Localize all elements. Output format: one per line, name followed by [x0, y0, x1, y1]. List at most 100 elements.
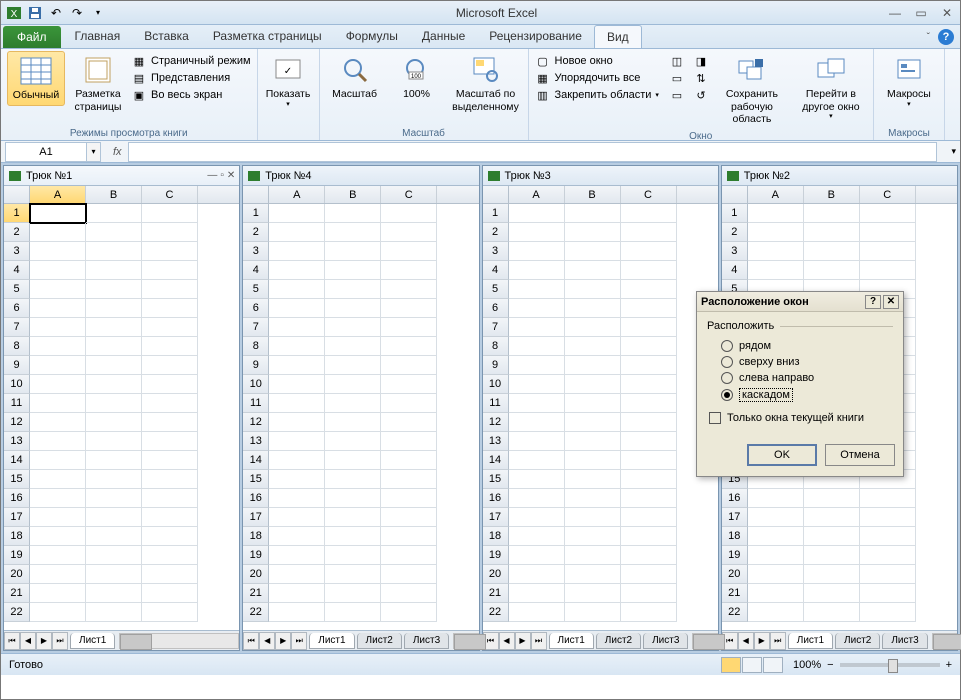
- row-header[interactable]: 17: [4, 508, 30, 527]
- view-side-button[interactable]: ◨: [693, 53, 709, 69]
- cell[interactable]: [381, 489, 437, 508]
- cell[interactable]: [86, 280, 142, 299]
- row-header[interactable]: 12: [483, 413, 509, 432]
- horizontal-scrollbar[interactable]: [932, 633, 957, 649]
- cell[interactable]: [509, 413, 565, 432]
- cell[interactable]: [86, 584, 142, 603]
- cell[interactable]: [565, 337, 621, 356]
- cell[interactable]: [804, 584, 860, 603]
- cell[interactable]: [325, 337, 381, 356]
- cell[interactable]: [804, 204, 860, 223]
- radio-option[interactable]: рядом: [707, 338, 893, 354]
- cell[interactable]: [269, 242, 325, 261]
- row-header[interactable]: 9: [243, 356, 269, 375]
- cell[interactable]: [509, 432, 565, 451]
- workbook-titlebar[interactable]: Трюк №1—▫✕: [4, 166, 239, 186]
- wb-close-icon[interactable]: ✕: [227, 170, 235, 181]
- sheet-nav-button[interactable]: ◀: [738, 632, 754, 650]
- cell[interactable]: [565, 527, 621, 546]
- column-header[interactable]: C: [142, 186, 198, 203]
- cell[interactable]: [509, 527, 565, 546]
- cell[interactable]: [509, 242, 565, 261]
- cell[interactable]: [509, 280, 565, 299]
- cell[interactable]: [30, 356, 86, 375]
- row-header[interactable]: 17: [722, 508, 748, 527]
- cell[interactable]: [860, 242, 916, 261]
- cell[interactable]: [325, 546, 381, 565]
- tab-Формулы[interactable]: Формулы: [334, 25, 410, 48]
- cell[interactable]: [325, 565, 381, 584]
- row-header[interactable]: 1: [243, 204, 269, 223]
- cell[interactable]: [621, 242, 677, 261]
- ribbon-minimize-icon[interactable]: ˇ: [927, 32, 930, 43]
- row-header[interactable]: 22: [4, 603, 30, 622]
- sheet-nav-button[interactable]: ▶: [36, 632, 52, 650]
- cancel-button[interactable]: Отмена: [825, 444, 895, 466]
- cell[interactable]: [325, 204, 381, 223]
- cell[interactable]: [381, 375, 437, 394]
- cell[interactable]: [30, 318, 86, 337]
- tab-Рецензирование[interactable]: Рецензирование: [477, 25, 594, 48]
- cell[interactable]: [86, 546, 142, 565]
- zoom-level[interactable]: 100%: [793, 659, 821, 671]
- cell[interactable]: [748, 489, 804, 508]
- cell[interactable]: [269, 584, 325, 603]
- sheet-nav-button[interactable]: ⏭: [52, 632, 68, 650]
- cell[interactable]: [86, 565, 142, 584]
- row-header[interactable]: 11: [4, 394, 30, 413]
- cell[interactable]: [748, 223, 804, 242]
- tab-Вид[interactable]: Вид: [594, 25, 642, 48]
- minimize-icon[interactable]: —: [886, 5, 904, 21]
- file-tab[interactable]: Файл: [3, 26, 61, 48]
- cell[interactable]: [381, 413, 437, 432]
- maximize-icon[interactable]: ▭: [912, 5, 930, 21]
- cell[interactable]: [269, 603, 325, 622]
- cell[interactable]: [325, 508, 381, 527]
- unhide-button[interactable]: ▭: [669, 87, 685, 103]
- row-header[interactable]: 19: [243, 546, 269, 565]
- row-header[interactable]: 12: [4, 413, 30, 432]
- cell[interactable]: [381, 603, 437, 622]
- row-header[interactable]: 10: [483, 375, 509, 394]
- cell[interactable]: [142, 527, 198, 546]
- sheet-tab[interactable]: Лист1: [788, 633, 833, 649]
- row-header[interactable]: 5: [243, 280, 269, 299]
- sheet-tab[interactable]: Лист3: [882, 633, 927, 649]
- cell[interactable]: [565, 489, 621, 508]
- cell[interactable]: [86, 223, 142, 242]
- cell[interactable]: [86, 508, 142, 527]
- cell[interactable]: [565, 394, 621, 413]
- cell[interactable]: [381, 318, 437, 337]
- sheet-nav-button[interactable]: ⏭: [770, 632, 786, 650]
- cell[interactable]: [142, 375, 198, 394]
- cell[interactable]: [381, 565, 437, 584]
- cell[interactable]: [621, 413, 677, 432]
- horizontal-scrollbar[interactable]: [692, 633, 717, 649]
- row-header[interactable]: 8: [4, 337, 30, 356]
- cell[interactable]: [621, 565, 677, 584]
- column-header[interactable]: A: [509, 186, 565, 203]
- cell[interactable]: [30, 261, 86, 280]
- row-header[interactable]: 13: [4, 432, 30, 451]
- cell[interactable]: [509, 356, 565, 375]
- wb-restore-icon[interactable]: ▫: [220, 170, 224, 181]
- cell[interactable]: [325, 394, 381, 413]
- row-header[interactable]: 20: [4, 565, 30, 584]
- save-icon[interactable]: [26, 4, 44, 22]
- row-header[interactable]: 21: [4, 584, 30, 603]
- cell[interactable]: [30, 204, 86, 223]
- save-workspace-button[interactable]: Сохранить рабочую область: [713, 51, 791, 129]
- column-header[interactable]: C: [381, 186, 437, 203]
- cell[interactable]: [509, 451, 565, 470]
- cell[interactable]: [269, 299, 325, 318]
- cell[interactable]: [269, 565, 325, 584]
- cell[interactable]: [325, 223, 381, 242]
- cell[interactable]: [621, 489, 677, 508]
- cell[interactable]: [325, 299, 381, 318]
- workbook-titlebar[interactable]: Трюк №2: [722, 166, 957, 186]
- cell[interactable]: [325, 280, 381, 299]
- cell[interactable]: [621, 337, 677, 356]
- cell[interactable]: [565, 318, 621, 337]
- row-header[interactable]: 22: [722, 603, 748, 622]
- help-icon[interactable]: ?: [938, 29, 954, 45]
